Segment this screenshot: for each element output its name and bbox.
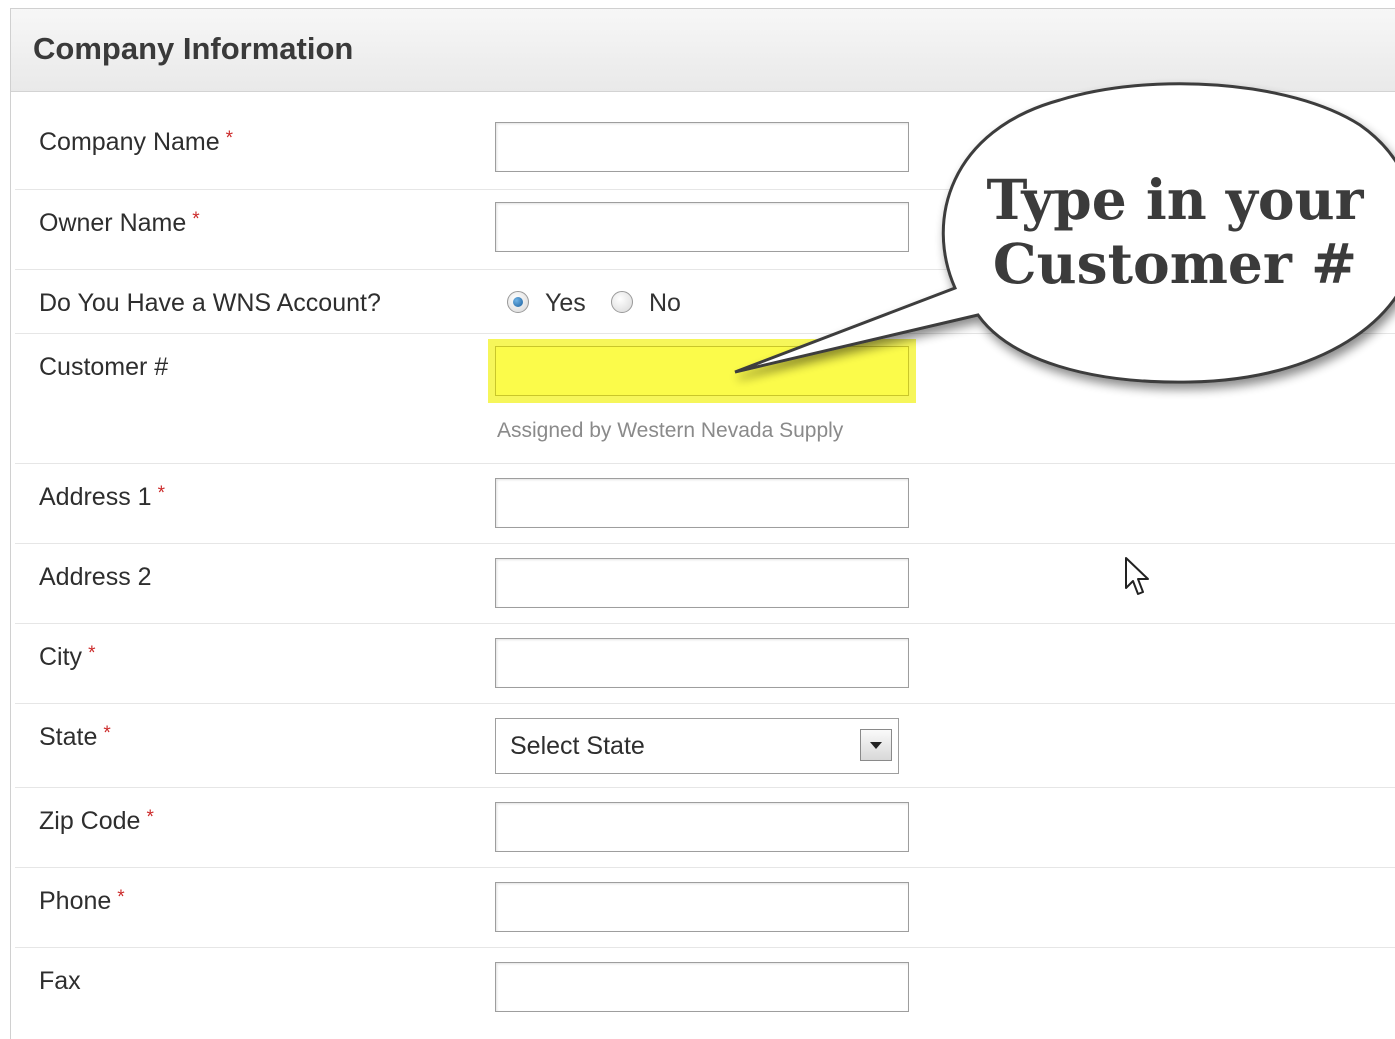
form-row-zip: Zip Code * <box>15 787 1395 868</box>
wns-no-label[interactable]: No <box>649 289 681 318</box>
company-name-field[interactable] <box>495 122 909 172</box>
form-row-owner-name: Owner Name * <box>15 189 1395 270</box>
form-row-state: State * Select State <box>15 703 1395 788</box>
zip-label: Zip Code * <box>39 807 154 835</box>
company-information-panel: Company Information Company Name * Owner … <box>10 8 1395 1039</box>
form-row-company-name: Company Name * <box>15 92 1395 190</box>
customer-number-hint: Assigned by Western Nevada Supply <box>497 419 844 442</box>
customer-number-field[interactable] <box>495 346 909 396</box>
required-marker: * <box>146 807 154 828</box>
mouse-pointer-icon <box>1125 557 1149 595</box>
required-marker: * <box>192 209 200 230</box>
owner-name-label: Owner Name * <box>39 209 200 237</box>
required-marker: * <box>103 723 111 744</box>
state-select-value: Select State <box>510 732 645 760</box>
chevron-down-icon[interactable] <box>860 729 892 761</box>
required-marker: * <box>157 483 165 504</box>
address1-field[interactable] <box>495 478 909 528</box>
form-row-city: City * <box>15 623 1395 704</box>
fax-field[interactable] <box>495 962 909 1012</box>
wns-yes-radio[interactable] <box>507 291 529 313</box>
wns-no-radio[interactable] <box>611 291 633 313</box>
form-row-address1: Address 1 * <box>15 463 1395 544</box>
required-marker: * <box>117 887 125 908</box>
phone-field[interactable] <box>495 882 909 932</box>
state-select[interactable]: Select State <box>495 718 899 774</box>
wns-yes-label[interactable]: Yes <box>545 289 586 318</box>
form-row-address2: Address 2 <box>15 543 1395 624</box>
state-label: State * <box>39 723 111 751</box>
form-row-phone: Phone * <box>15 867 1395 948</box>
required-marker: * <box>225 128 234 149</box>
required-marker: * <box>88 643 96 664</box>
form-row-customer-number: Customer # Assigned by Western Nevada Su… <box>15 333 1395 464</box>
form-row-fax: Fax <box>15 947 1395 1037</box>
form-row-wns-account: Do You Have a WNS Account? Yes No <box>15 269 1395 334</box>
wns-account-label: Do You Have a WNS Account? <box>39 289 381 317</box>
panel-title: Company Information <box>33 31 354 66</box>
phone-label: Phone * <box>39 887 125 915</box>
address2-label: Address 2 <box>39 563 152 591</box>
zip-field[interactable] <box>495 802 909 852</box>
city-field[interactable] <box>495 638 909 688</box>
customer-number-label: Customer # <box>39 353 169 381</box>
company-name-label: Company Name * <box>39 128 234 156</box>
panel-header: Company Information <box>11 9 1395 92</box>
address2-field[interactable] <box>495 558 909 608</box>
owner-name-field[interactable] <box>495 202 909 252</box>
fax-label: Fax <box>39 967 81 995</box>
address1-label: Address 1 * <box>39 483 165 511</box>
city-label: City * <box>39 643 96 671</box>
